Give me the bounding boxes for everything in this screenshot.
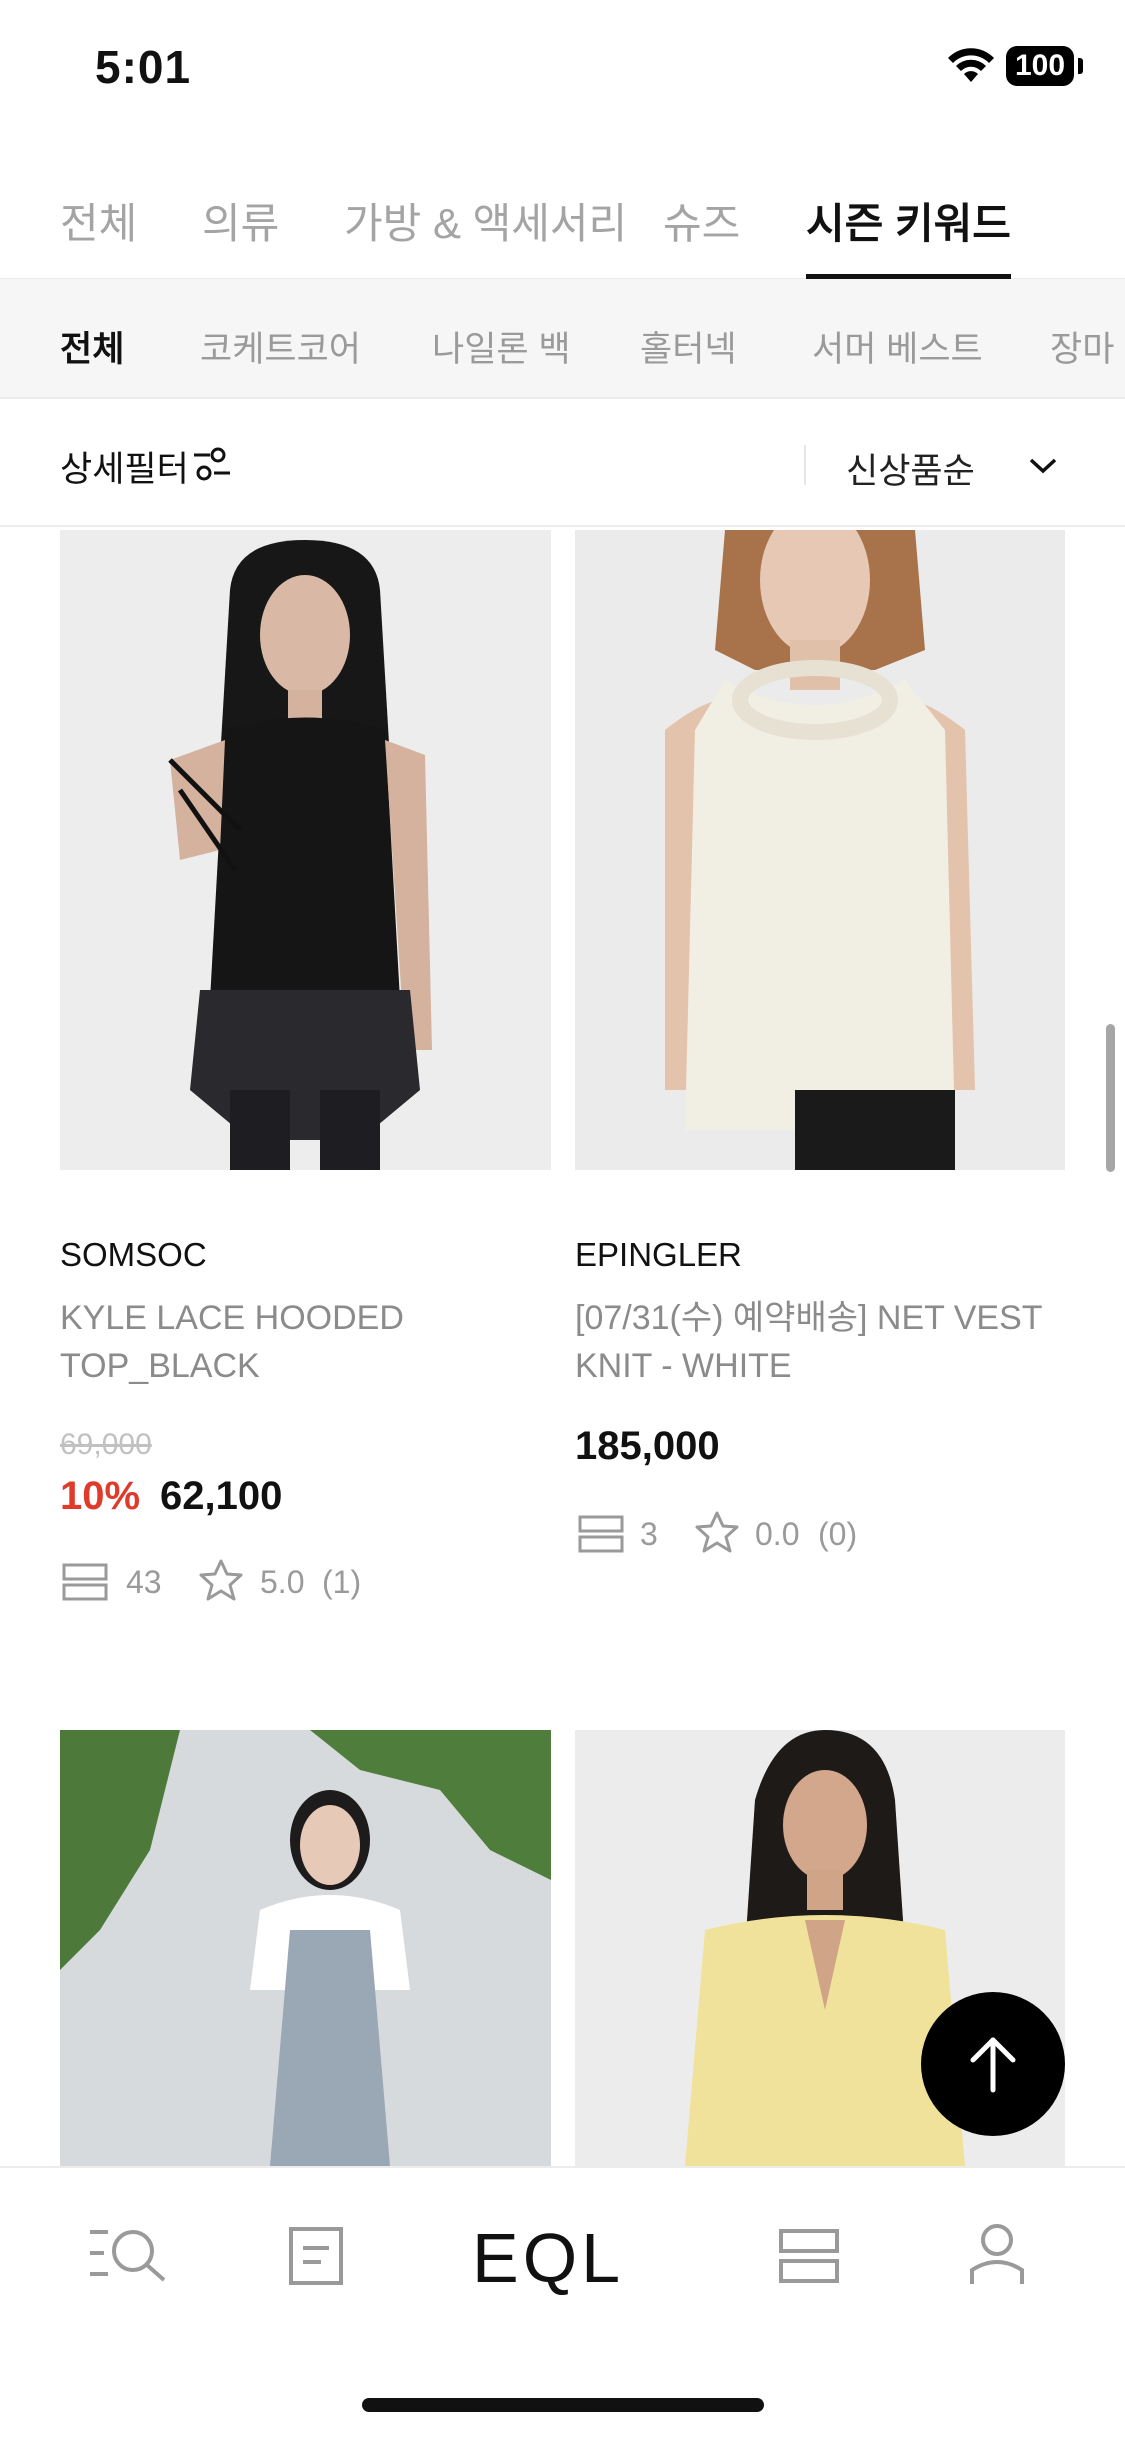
scroll-to-top-button[interactable] bbox=[921, 1992, 1065, 2136]
battery-icon: 100 bbox=[1006, 46, 1074, 86]
like-count: 3 bbox=[640, 1516, 658, 1552]
subtab-coquettecore[interactable]: 코케트코어 bbox=[200, 321, 361, 372]
battery-cap bbox=[1078, 58, 1083, 74]
sub-category-tabs: 전체 코케트코어 나일론 백 홀터넥 서머 베스트 장마 슈즈 bbox=[0, 279, 1125, 399]
tab-season-keyword[interactable]: 시즌 키워드 bbox=[806, 190, 1011, 280]
model-grey-apron-dress-image bbox=[60, 1730, 551, 2166]
product-image[interactable] bbox=[575, 530, 1065, 1170]
product-image[interactable] bbox=[60, 530, 551, 1170]
sort-dropdown[interactable]: 신상품순 bbox=[846, 443, 975, 494]
product-brand[interactable]: EPINGLER bbox=[575, 1236, 742, 1274]
category-tabs: 전체 의류 가방 & 액세서리 슈즈 시즌 키워드 bbox=[0, 170, 1125, 280]
rating-value: 0.0 bbox=[755, 1516, 800, 1552]
product-name[interactable]: [07/31(수) 예약배송] NET VEST KNIT - WHITE bbox=[575, 1294, 1045, 1390]
subtab-rain-shoes[interactable]: 장마 슈즈 bbox=[1050, 321, 1125, 372]
star-icon bbox=[695, 1511, 739, 1553]
filter-divider bbox=[804, 445, 806, 485]
original-price: 69,000 bbox=[60, 1428, 152, 1461]
tab-all[interactable]: 전체 bbox=[60, 190, 137, 278]
subtab-summer-vest[interactable]: 서머 베스트 bbox=[812, 321, 983, 372]
chevron-down-icon[interactable] bbox=[1028, 457, 1058, 475]
review-count: (1) bbox=[322, 1564, 362, 1600]
shelf-icon bbox=[62, 1563, 108, 1601]
product-price: 185,000 bbox=[575, 1424, 720, 1468]
arrow-up-icon bbox=[970, 2037, 1016, 2093]
subtab-nylon-bag[interactable]: 나일론 백 bbox=[432, 321, 571, 372]
product-brand[interactable]: SOMSOC bbox=[60, 1236, 207, 1274]
status-time: 5:01 bbox=[95, 41, 192, 93]
status-bar: 5:01 100 bbox=[0, 0, 1125, 140]
product-name[interactable]: KYLE LACE HOODED TOP_BLACK bbox=[60, 1294, 530, 1390]
star-icon bbox=[199, 1559, 243, 1601]
detail-filter-button[interactable]: 상세필터 bbox=[60, 441, 189, 492]
wifi-icon bbox=[948, 48, 994, 82]
discount-rate: 10% bbox=[60, 1474, 141, 1518]
tab-clothing[interactable]: 의류 bbox=[202, 190, 279, 278]
like-count: 43 bbox=[126, 1564, 162, 1600]
scrollbar[interactable] bbox=[1106, 1024, 1115, 1172]
filter-bar: 상세필터 신상품순 bbox=[0, 399, 1125, 527]
model-white-knit-vest-image bbox=[575, 530, 1065, 1170]
tab-bags-accessories[interactable]: 가방 & 액세서리 bbox=[344, 190, 627, 278]
document-icon[interactable] bbox=[288, 2226, 344, 2286]
search-menu-icon[interactable] bbox=[88, 2226, 168, 2282]
model-black-top-image bbox=[60, 530, 551, 1170]
rating-value: 5.0 bbox=[260, 1564, 305, 1600]
filter-sliders-icon[interactable] bbox=[192, 446, 232, 482]
home-indicator bbox=[362, 2398, 764, 2412]
tab-shoes[interactable]: 슈즈 bbox=[663, 190, 740, 278]
product-price: 62,100 bbox=[160, 1474, 283, 1518]
subtab-halterneck[interactable]: 홀터넥 bbox=[640, 321, 737, 372]
shelf-icon[interactable] bbox=[778, 2228, 840, 2284]
subtab-all[interactable]: 전체 bbox=[60, 321, 124, 372]
product-image[interactable] bbox=[60, 1730, 551, 2166]
review-count: (0) bbox=[818, 1516, 858, 1552]
eql-logo[interactable]: EQL bbox=[472, 2218, 624, 2298]
profile-icon[interactable] bbox=[968, 2222, 1026, 2286]
shelf-icon bbox=[578, 1515, 624, 1553]
